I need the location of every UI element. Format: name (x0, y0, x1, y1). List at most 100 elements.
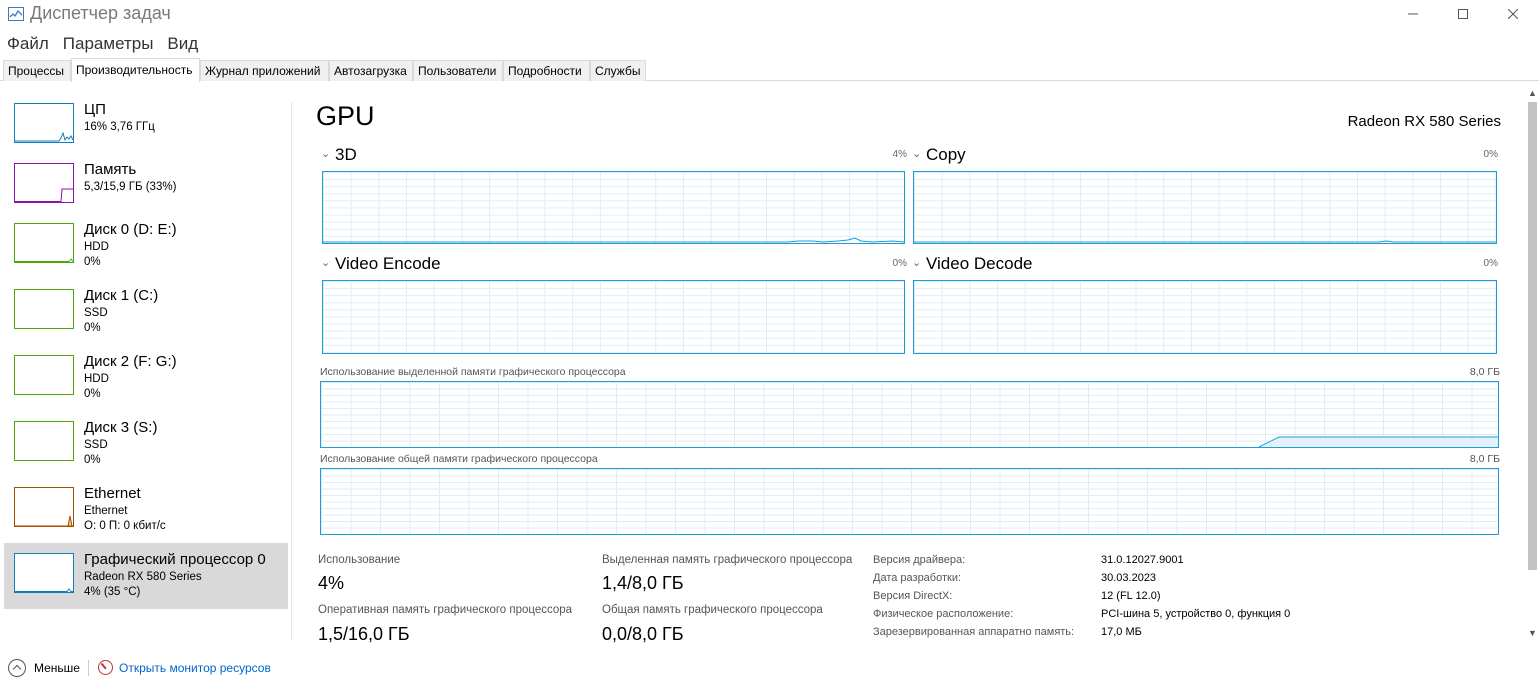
engine-video-decode-graph (913, 280, 1497, 354)
minimize-icon (1408, 13, 1418, 15)
engine-video-encode-graph (322, 280, 905, 354)
engine-copy-graph (913, 171, 1497, 244)
sidebar-item-title: Диск 3 (S:) (84, 419, 158, 436)
sidebar-item-detail: Ethernet (84, 505, 128, 517)
engine-percent: 0% (1483, 258, 1498, 269)
engine-percent: 0% (1483, 149, 1498, 160)
maximize-icon (1458, 9, 1468, 19)
scroll-down-arrow-icon[interactable]: ▼ (1528, 628, 1537, 638)
gpu-memory-stat-value: 1,5/16,0 ГБ (318, 624, 410, 644)
title-bar: Диспетчер задач (0, 0, 1539, 28)
driver-date-value: 30.03.2023 (1101, 572, 1157, 584)
sidebar-item-detail: SSD (84, 439, 108, 451)
menu-options[interactable]: Параметры (56, 30, 159, 56)
sidebar-item-title: Диск 0 (D: E:) (84, 221, 177, 238)
sidebar-item-disk-3[interactable]: Диск 3 (S:) SSD 0% (4, 411, 288, 477)
menu-view[interactable]: Вид (160, 30, 203, 56)
chevron-up-circle-icon[interactable] (8, 659, 26, 677)
engine-name: Copy (926, 145, 966, 164)
chevron-down-icon: ⌄ (912, 148, 922, 160)
sidebar-item-disk-0[interactable]: Диск 0 (D: E:) HDD 0% (4, 213, 288, 279)
engine-percent: 4% (892, 149, 907, 160)
close-icon (1508, 9, 1518, 19)
minimize-button[interactable] (1390, 0, 1436, 28)
shared-memory-label: Использование общей памяти графического … (320, 453, 598, 465)
sidebar-divider (291, 102, 292, 640)
resource-monitor-icon[interactable] (98, 660, 113, 675)
sidebar-item-cpu[interactable]: ЦП 16% 3,76 ГГц (4, 93, 288, 159)
maximize-button[interactable] (1440, 0, 1486, 28)
sidebar-item-detail: HDD (84, 241, 109, 253)
close-button[interactable] (1490, 0, 1536, 28)
scroll-up-arrow-icon[interactable]: ▲ (1528, 88, 1537, 98)
physical-location-value: PCI-шина 5, устройство 0, функция 0 (1101, 608, 1291, 620)
sidebar-item-title: Ethernet (84, 485, 141, 502)
engine-video-decode-header[interactable]: ⌄ Video Decode 0% (912, 254, 1498, 276)
open-resource-monitor-link[interactable]: Открыть монитор ресурсов (119, 661, 271, 675)
sidebar-item-detail-2: 4% (35 °C) (84, 586, 141, 598)
sidebar-item-detail: Radeon RX 580 Series (84, 571, 202, 583)
dedicated-memory-label: Использование выделенной памяти графичес… (320, 366, 626, 378)
page-title: GPU (316, 101, 375, 131)
cpu-thumbnail (14, 103, 74, 143)
dedicated-memory-max: 8,0 ГБ (1469, 366, 1500, 378)
sidebar-item-disk-1[interactable]: Диск 1 (C:) SSD 0% (4, 279, 288, 345)
sidebar-item-detail-2: 0% (84, 256, 101, 268)
engine-name: Video Encode (335, 254, 441, 273)
usage-value: 4% (318, 573, 345, 593)
gpu-memory-stat-label: Оперативная память графического процессо… (318, 604, 573, 616)
engine-name: 3D (335, 145, 357, 164)
sidebar-item-detail: HDD (84, 373, 109, 385)
reserved-memory-value: 17,0 МБ (1101, 626, 1142, 638)
tab-bar: Процессы Производительность Журнал прило… (0, 58, 1539, 82)
driver-version-key: Версия драйвера: (873, 554, 966, 566)
dedicated-memory-stat-value: 1,4/8,0 ГБ (602, 573, 684, 593)
window-title: Диспетчер задач (30, 3, 171, 23)
driver-version-value: 31.0.12027.9001 (1101, 554, 1184, 566)
dedicated-memory-stat-label: Выделенная память графического процессор… (602, 554, 853, 566)
scroll-thumb[interactable] (1528, 102, 1537, 570)
tab-processes[interactable]: Процессы (3, 60, 71, 81)
chevron-down-icon: ⌄ (321, 257, 331, 269)
sidebar-item-ethernet[interactable]: Ethernet Ethernet О: 0 П: 0 кбит/с (4, 477, 288, 543)
disk-0-thumbnail (14, 223, 74, 263)
engine-copy-header[interactable]: ⌄ Copy 0% (912, 145, 1498, 167)
disk-3-thumbnail (14, 421, 74, 461)
tab-details[interactable]: Подробности (503, 60, 590, 81)
fewer-details-button[interactable]: Меньше (34, 661, 80, 675)
tab-startup[interactable]: Автозагрузка (329, 60, 413, 81)
engine-3d-header[interactable]: ⌄ 3D 4% (321, 145, 907, 167)
chevron-down-icon: ⌄ (912, 257, 922, 269)
tab-app-history[interactable]: Журнал приложений (200, 60, 329, 81)
sidebar-item-title: Графический процессор 0 (84, 551, 266, 568)
menu-file[interactable]: Файл (0, 30, 54, 56)
sidebar-item-memory[interactable]: Память 5,3/15,9 ГБ (33%) (4, 153, 288, 219)
sidebar-item-detail-2: 0% (84, 388, 101, 400)
shared-memory-max: 8,0 ГБ (1469, 453, 1500, 465)
engine-name: Video Decode (926, 254, 1033, 273)
engine-video-encode-header[interactable]: ⌄ Video Encode 0% (321, 254, 907, 276)
reserved-memory-key: Зарезервированная аппаратно память: (873, 626, 1075, 638)
gpu-thumbnail (14, 553, 74, 593)
shared-memory-stat-label: Общая память графического процессора (602, 604, 823, 616)
directx-version-key: Версия DirectX: (873, 590, 953, 602)
sidebar-item-gpu-0[interactable]: Графический процессор 0 Radeon RX 580 Se… (4, 543, 288, 609)
physical-location-key: Физическое расположение: (873, 608, 1014, 620)
ethernet-thumbnail (14, 487, 74, 527)
sidebar-item-detail: SSD (84, 307, 108, 319)
sidebar-item-disk-2[interactable]: Диск 2 (F: G:) HDD 0% (4, 345, 288, 411)
directx-version-value: 12 (FL 12.0) (1101, 590, 1161, 602)
tab-users[interactable]: Пользователи (413, 60, 503, 81)
tab-performance[interactable]: Производительность (71, 58, 200, 82)
shared-memory-graph (320, 468, 1499, 535)
sidebar-item-title: Диск 2 (F: G:) (84, 353, 177, 370)
tab-services[interactable]: Службы (590, 60, 646, 81)
vertical-scrollbar[interactable]: ▲ ▼ (1526, 88, 1539, 644)
engine-percent: 0% (892, 258, 907, 269)
disk-2-thumbnail (14, 355, 74, 395)
task-manager-icon (8, 7, 24, 21)
chevron-down-icon: ⌄ (321, 148, 331, 160)
sidebar-item-detail-2: О: 0 П: 0 кбит/с (84, 520, 166, 532)
driver-date-key: Дата разработки: (873, 572, 962, 584)
disk-1-thumbnail (14, 289, 74, 329)
